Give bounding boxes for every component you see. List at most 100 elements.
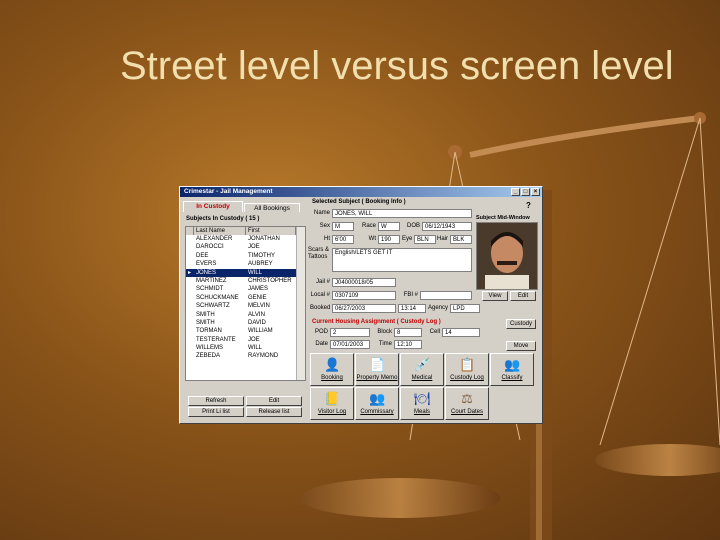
photo-header: Subject Mid-Window <box>476 215 530 221</box>
cell-first-name: JOE <box>248 244 260 251</box>
tab-all-bookings[interactable]: All Bookings <box>244 203 300 212</box>
table-row[interactable]: ALEXANDER JONATHAN <box>186 235 305 243</box>
weight-label: Wt <box>368 236 376 242</box>
action-label: Medical <box>411 375 433 381</box>
edit-photo-button[interactable]: Edit <box>510 291 536 301</box>
cell-field[interactable]: 14 <box>442 328 480 337</box>
sex-label: Sex <box>319 223 330 229</box>
cell-first-name: JOE <box>248 336 260 343</box>
row-marker <box>186 319 194 327</box>
cell-label: Cell <box>429 329 440 335</box>
custody-log-button[interactable]: 📋 Custody Log <box>445 353 489 386</box>
hair-field[interactable]: BLK <box>450 235 472 244</box>
action-label: Classify <box>501 375 523 381</box>
time-label: Time <box>378 341 392 347</box>
eye-field[interactable]: BLN <box>414 235 436 244</box>
subject-section-title: Selected Subject ( Booking Info ) <box>310 198 408 206</box>
cell-last-name: ZEBEDA <box>196 353 221 360</box>
cell-last-name: DAROCCI <box>196 244 224 251</box>
close-button[interactable]: × <box>531 188 540 196</box>
column-last-name[interactable]: Last Name <box>194 227 246 235</box>
help-icon[interactable]: ? <box>526 201 531 210</box>
tab-in-custody[interactable]: In Custody <box>183 201 243 212</box>
table-row[interactable]: SCHMIDT JAMES <box>186 285 305 293</box>
meals-icon: 🍽 <box>414 391 431 406</box>
column-first[interactable]: First <box>246 227 296 235</box>
table-row[interactable]: DEE TIMOTHY <box>186 252 305 260</box>
jail-number-field[interactable]: J04000018/05 <box>332 278 396 287</box>
pod-label: POD <box>314 329 328 335</box>
table-row[interactable]: WILLEMS WILL <box>186 344 305 352</box>
cell-first-name: MELVIN <box>248 303 270 310</box>
table-row[interactable]: SCHUCKMANE GENIE <box>186 294 305 302</box>
fbi-number-field[interactable] <box>420 291 472 300</box>
cell-last-name: SMITH <box>196 311 215 318</box>
table-row[interactable]: EVERS AUBREY <box>186 260 305 268</box>
classify-icon: 👥 <box>504 357 521 372</box>
housing-time-field[interactable]: 12:10 <box>394 340 422 349</box>
booked-date-field[interactable]: 06/27/2003 <box>332 304 396 313</box>
height-field[interactable]: 6'00 <box>332 235 354 244</box>
cell-last-name: DEE <box>196 252 209 259</box>
fbi-number-label: FBI # <box>403 292 418 298</box>
property-icon: 📄 <box>369 357 386 372</box>
custody-button[interactable]: Custody <box>506 319 536 329</box>
name-field[interactable]: JONES, WILL <box>332 209 472 218</box>
grid-scrollbar[interactable] <box>296 227 305 380</box>
commissary-button[interactable]: 👥 Commissary <box>355 387 399 420</box>
local-number-field[interactable]: 0307109 <box>332 291 396 300</box>
action-label: Commissary <box>360 409 394 415</box>
housing-date-field[interactable]: 07/01/2003 <box>330 340 370 349</box>
table-row[interactable]: MARTINEZ CHRISTOPHER <box>186 277 305 285</box>
cell-first-name: TIMOTHY <box>248 252 275 259</box>
action-label: Meals <box>413 409 430 415</box>
window-titlebar: Crimestar - Jail Management _ □ × <box>180 187 542 197</box>
row-marker <box>186 277 194 285</box>
scars-field[interactable]: English/LETS GET IT <box>332 248 472 272</box>
classify-button[interactable]: 👥 Classify <box>490 353 534 386</box>
row-marker <box>186 352 194 360</box>
visitor-log-button[interactable]: 📒 Visitor Log <box>310 387 354 420</box>
table-row[interactable]: ZEBEDA RAYMOND <box>186 352 305 360</box>
property-memo-button[interactable]: 📄 Property Memo <box>355 353 399 386</box>
block-field[interactable]: 8 <box>394 328 422 337</box>
table-row[interactable]: ▸ JONES WILL <box>186 268 305 277</box>
table-row[interactable]: SMITH ALVIN <box>186 311 305 319</box>
edit-list-button[interactable]: Edit <box>246 396 302 406</box>
race-field[interactable]: W <box>378 222 400 231</box>
table-row[interactable]: SMITH DAVID <box>186 319 305 327</box>
visitor-log-icon: 📒 <box>324 391 341 406</box>
row-marker <box>186 311 194 319</box>
maximize-button[interactable]: □ <box>521 188 530 196</box>
dob-field[interactable]: 06/12/1943 <box>422 222 472 231</box>
weight-field[interactable]: 190 <box>378 235 400 244</box>
booked-time-field[interactable]: 13:14 <box>398 304 426 313</box>
pod-field[interactable]: 2 <box>330 328 370 337</box>
cell-last-name: EVERS <box>196 261 217 268</box>
cell-first-name: WILL <box>248 345 263 352</box>
table-row[interactable]: DAROCCI JOE <box>186 243 305 251</box>
table-row[interactable]: TESTERANTE JOE <box>186 336 305 344</box>
row-marker <box>186 294 194 302</box>
jail-number-label: Jail # <box>315 279 330 285</box>
agency-field[interactable]: LPD <box>450 304 480 313</box>
table-row[interactable]: SCHWARTZ MELVIN <box>186 302 305 310</box>
slide-title: Street level versus screen level <box>120 44 674 88</box>
race-label: Race <box>361 223 376 229</box>
refresh-button[interactable]: Refresh <box>188 396 244 406</box>
meals-button[interactable]: 🍽 Meals <box>400 387 444 420</box>
minimize-button[interactable]: _ <box>511 188 520 196</box>
print-list-button[interactable]: Print Li list <box>188 407 244 417</box>
move-button[interactable]: Move <box>506 341 536 351</box>
table-row[interactable]: TORMAN WILLIAM <box>186 327 305 335</box>
sex-field[interactable]: M <box>332 222 354 231</box>
view-photo-button[interactable]: View <box>482 291 508 301</box>
name-label: Name <box>313 210 330 216</box>
release-list-button[interactable]: Release list <box>246 407 302 417</box>
action-label: Visitor Log <box>317 409 347 415</box>
medical-button[interactable]: 💉 Medical <box>400 353 444 386</box>
eye-label: Eye <box>402 236 413 242</box>
booking-button[interactable]: 👤 Booking <box>310 353 354 386</box>
court-dates-button[interactable]: ⚖ Court Dates <box>445 387 489 420</box>
medical-icon: 💉 <box>414 357 431 372</box>
